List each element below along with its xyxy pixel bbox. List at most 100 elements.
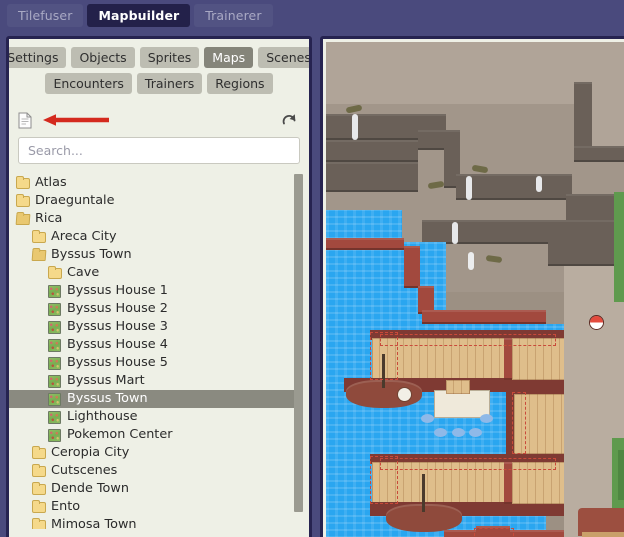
tree-item-areca-city[interactable]: Areca City bbox=[9, 228, 297, 246]
new-map-button[interactable] bbox=[17, 111, 33, 129]
map-thumbnail-icon bbox=[47, 302, 62, 316]
folder-closed-icon bbox=[15, 193, 30, 208]
tab-label: Settings bbox=[7, 50, 59, 65]
tree-item-mimosa-town[interactable]: Mimosa Town bbox=[9, 516, 297, 529]
tree-item-label: Byssus Mart bbox=[67, 373, 145, 388]
app-tab-label: Trainerer bbox=[205, 7, 262, 23]
tab-trainers[interactable]: Trainers bbox=[136, 73, 203, 94]
tree-item-label: Areca City bbox=[51, 229, 117, 244]
tree-item-label: Mimosa Town bbox=[51, 517, 137, 529]
tree-item-cutscenes[interactable]: Cutscenes bbox=[9, 462, 297, 480]
tree-item-pokemon-center[interactable]: Pokemon Center bbox=[9, 426, 297, 444]
tree-item-draeguntale[interactable]: Draeguntale bbox=[9, 192, 297, 210]
tree-item-rica[interactable]: Rica bbox=[9, 210, 297, 228]
tree-scrollbar-thumb[interactable] bbox=[294, 174, 303, 512]
tree-item-ceropia-city[interactable]: Ceropia City bbox=[9, 444, 297, 462]
folder-closed-icon bbox=[31, 463, 46, 478]
tab-label: Regions bbox=[215, 76, 265, 91]
tree-item-byssus-town[interactable]: Byssus Town bbox=[9, 246, 297, 264]
tree-item-byssus-house-3[interactable]: Byssus House 3 bbox=[9, 318, 297, 336]
tree-scrollbar[interactable] bbox=[294, 174, 303, 529]
tree-item-label: Byssus House 5 bbox=[67, 355, 168, 370]
folder-closed-icon bbox=[47, 265, 62, 280]
tree-item-byssus-mart[interactable]: Byssus Mart bbox=[9, 372, 297, 390]
map-thumbnail-icon bbox=[47, 410, 62, 424]
tree-item-byssus-house-2[interactable]: Byssus House 2 bbox=[9, 300, 297, 318]
tree-item-label: Lighthouse bbox=[67, 409, 138, 424]
map-thumbnail-icon bbox=[47, 284, 62, 298]
map-thumbnail-icon bbox=[47, 356, 62, 370]
tree-item-atlas[interactable]: Atlas bbox=[9, 174, 297, 192]
app-tab-mapbuilder[interactable]: Mapbuilder bbox=[87, 3, 191, 27]
tree-item-label: Cave bbox=[67, 265, 100, 280]
tab-label: Trainers bbox=[144, 76, 195, 91]
folder-closed-icon-glyph bbox=[15, 175, 30, 189]
tab-regions[interactable]: Regions bbox=[207, 73, 273, 94]
folder-closed-icon-glyph bbox=[31, 463, 46, 477]
folder-closed-icon-glyph bbox=[47, 265, 62, 279]
tree-item-label: Byssus House 4 bbox=[67, 337, 168, 352]
map-thumbnail-icon-glyph bbox=[48, 428, 61, 442]
tab-label: Sprites bbox=[147, 50, 192, 65]
folder-closed-icon bbox=[31, 517, 46, 529]
tree-item-ento[interactable]: Ento bbox=[9, 498, 297, 516]
tab-sprites[interactable]: Sprites bbox=[139, 47, 200, 68]
folder-closed-icon bbox=[31, 445, 46, 460]
redo-arrow-icon bbox=[282, 113, 295, 124]
map-thumbnail-icon-glyph bbox=[48, 320, 61, 334]
folder-closed-icon-glyph bbox=[31, 229, 46, 243]
tab-label: Encounters bbox=[53, 76, 124, 91]
tab-scenes[interactable]: Scenes bbox=[258, 47, 311, 68]
tab-label: Scenes bbox=[266, 50, 311, 65]
map-tree[interactable]: Atlas Draeguntale Rica Areca City Byssus Tow… bbox=[9, 174, 297, 529]
document-icon bbox=[18, 112, 32, 128]
search-input[interactable] bbox=[18, 137, 300, 164]
tab-maps[interactable]: Maps bbox=[204, 47, 254, 68]
tree-item-label: Byssus House 3 bbox=[67, 319, 168, 334]
folder-closed-icon-glyph bbox=[31, 445, 46, 459]
red-pointer-arrow-annotation bbox=[43, 114, 109, 126]
map-thumbnail-icon bbox=[47, 374, 62, 388]
tree-item-label: Ceropia City bbox=[51, 445, 130, 460]
tree-item-byssus-house-1[interactable]: Byssus House 1 bbox=[9, 282, 297, 300]
tree-item-label: Ento bbox=[51, 499, 81, 514]
folder-closed-icon-glyph bbox=[31, 499, 46, 513]
tree-item-label: Atlas bbox=[35, 175, 67, 190]
map-thumbnail-icon-glyph bbox=[48, 374, 61, 388]
tree-item-dende-town[interactable]: Dende Town bbox=[9, 480, 297, 498]
tab-encounters[interactable]: Encounters bbox=[45, 73, 132, 94]
app-tab-trainerer[interactable]: Trainerer bbox=[194, 3, 273, 27]
tree-item-label: Byssus House 1 bbox=[67, 283, 168, 298]
section-tab-row-2: Encounters Trainers Regions bbox=[15, 73, 303, 94]
folder-closed-icon bbox=[15, 175, 30, 190]
map-preview-canvas[interactable] bbox=[326, 42, 624, 537]
map-thumbnail-icon-glyph bbox=[48, 410, 61, 424]
app-tab-tilefuser[interactable]: Tilefuser bbox=[7, 3, 84, 27]
tree-item-label: Byssus Town bbox=[67, 391, 148, 406]
tree-item-label: Pokemon Center bbox=[67, 427, 173, 442]
tree-item-byssus-house-4[interactable]: Byssus House 4 bbox=[9, 336, 297, 354]
refresh-button[interactable] bbox=[279, 109, 299, 129]
map-thumbnail-icon bbox=[47, 392, 62, 406]
section-tab-row-1: Settings Objects Sprites Maps Scenes bbox=[9, 47, 309, 68]
tree-item-lighthouse[interactable]: Lighthouse bbox=[9, 408, 297, 426]
map-thumbnail-icon bbox=[47, 338, 62, 352]
app-tab-bar: Tilefuser Mapbuilder Trainerer bbox=[0, 0, 624, 30]
tree-item-cave[interactable]: Cave bbox=[9, 264, 297, 282]
tab-settings[interactable]: Settings bbox=[7, 47, 67, 68]
tree-item-label: Byssus Town bbox=[51, 247, 132, 262]
app-tab-label: Tilefuser bbox=[18, 7, 73, 23]
folder-closed-icon-glyph bbox=[15, 193, 30, 207]
tree-item-byssus-house-5[interactable]: Byssus House 5 bbox=[9, 354, 297, 372]
map-thumbnail-icon-glyph bbox=[48, 338, 61, 352]
tab-objects[interactable]: Objects bbox=[71, 47, 135, 68]
tree-item-byssus-town[interactable]: Byssus Town bbox=[9, 390, 297, 408]
folder-open-icon bbox=[15, 212, 30, 226]
map-tree-container: Atlas Draeguntale Rica Areca City Byssus Tow… bbox=[9, 174, 309, 529]
folder-open-icon-glyph bbox=[31, 249, 46, 261]
folder-closed-icon bbox=[31, 499, 46, 514]
folder-closed-icon-glyph bbox=[31, 517, 46, 529]
folder-closed-icon-glyph bbox=[31, 481, 46, 495]
section-tab-group: Settings Objects Sprites Maps Scenes Enc… bbox=[9, 39, 309, 101]
map-preview-panel[interactable] bbox=[320, 36, 624, 537]
